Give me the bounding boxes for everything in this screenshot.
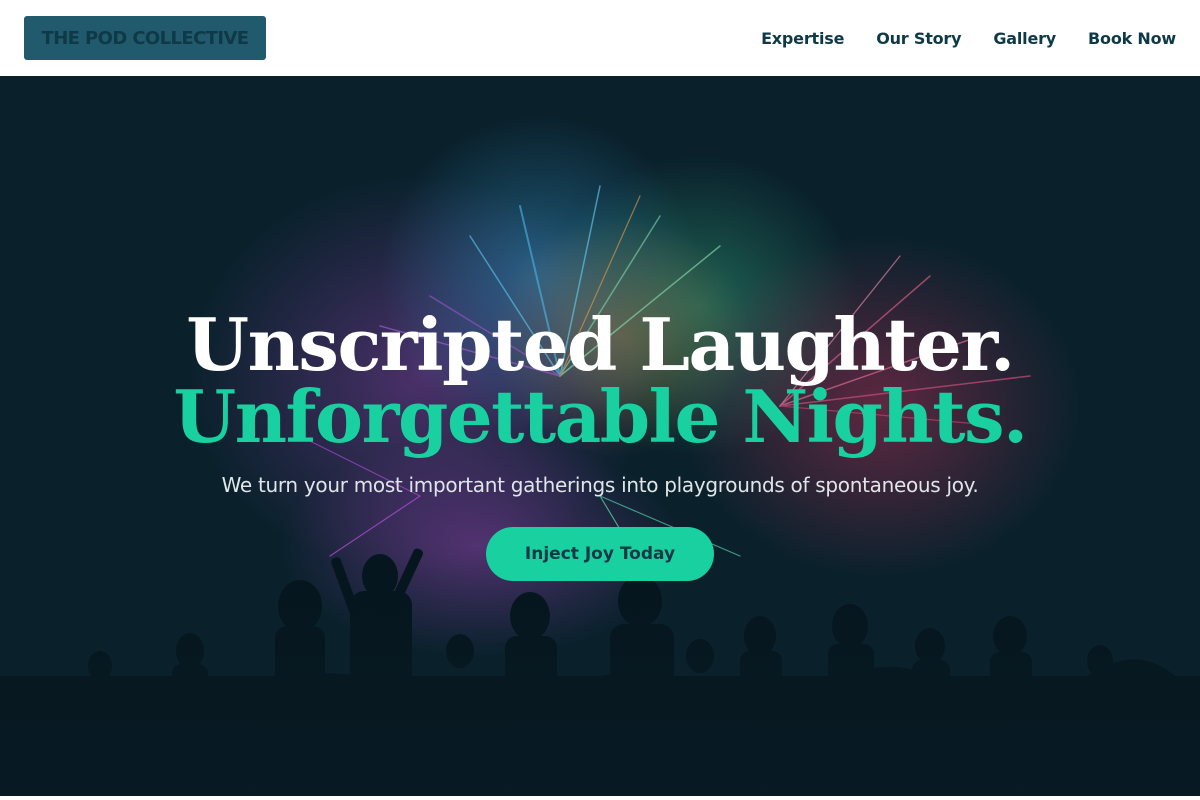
brand-logo[interactable]: THE POD COLLECTIVE <box>24 16 266 60</box>
hero-content: Unscripted Laughter. Unforgettable Night… <box>0 76 1200 796</box>
nav-link-book-now[interactable]: Book Now <box>1088 29 1176 48</box>
top-navbar: THE POD COLLECTIVE Expertise Our Story G… <box>0 0 1200 76</box>
page-bottom-edge <box>0 796 1200 800</box>
nav-link-our-story[interactable]: Our Story <box>876 29 961 48</box>
inject-joy-cta-button[interactable]: Inject Joy Today <box>486 527 714 581</box>
nav-link-gallery[interactable]: Gallery <box>993 29 1056 48</box>
hero-section: Unscripted Laughter. Unforgettable Night… <box>0 76 1200 796</box>
main-nav: Expertise Our Story Gallery Book Now <box>761 29 1176 48</box>
nav-link-expertise[interactable]: Expertise <box>761 29 844 48</box>
hero-headline-line-2: Unforgettable Nights. <box>173 374 1028 459</box>
hero-subheadline: We turn your most important gatherings i… <box>221 473 979 497</box>
